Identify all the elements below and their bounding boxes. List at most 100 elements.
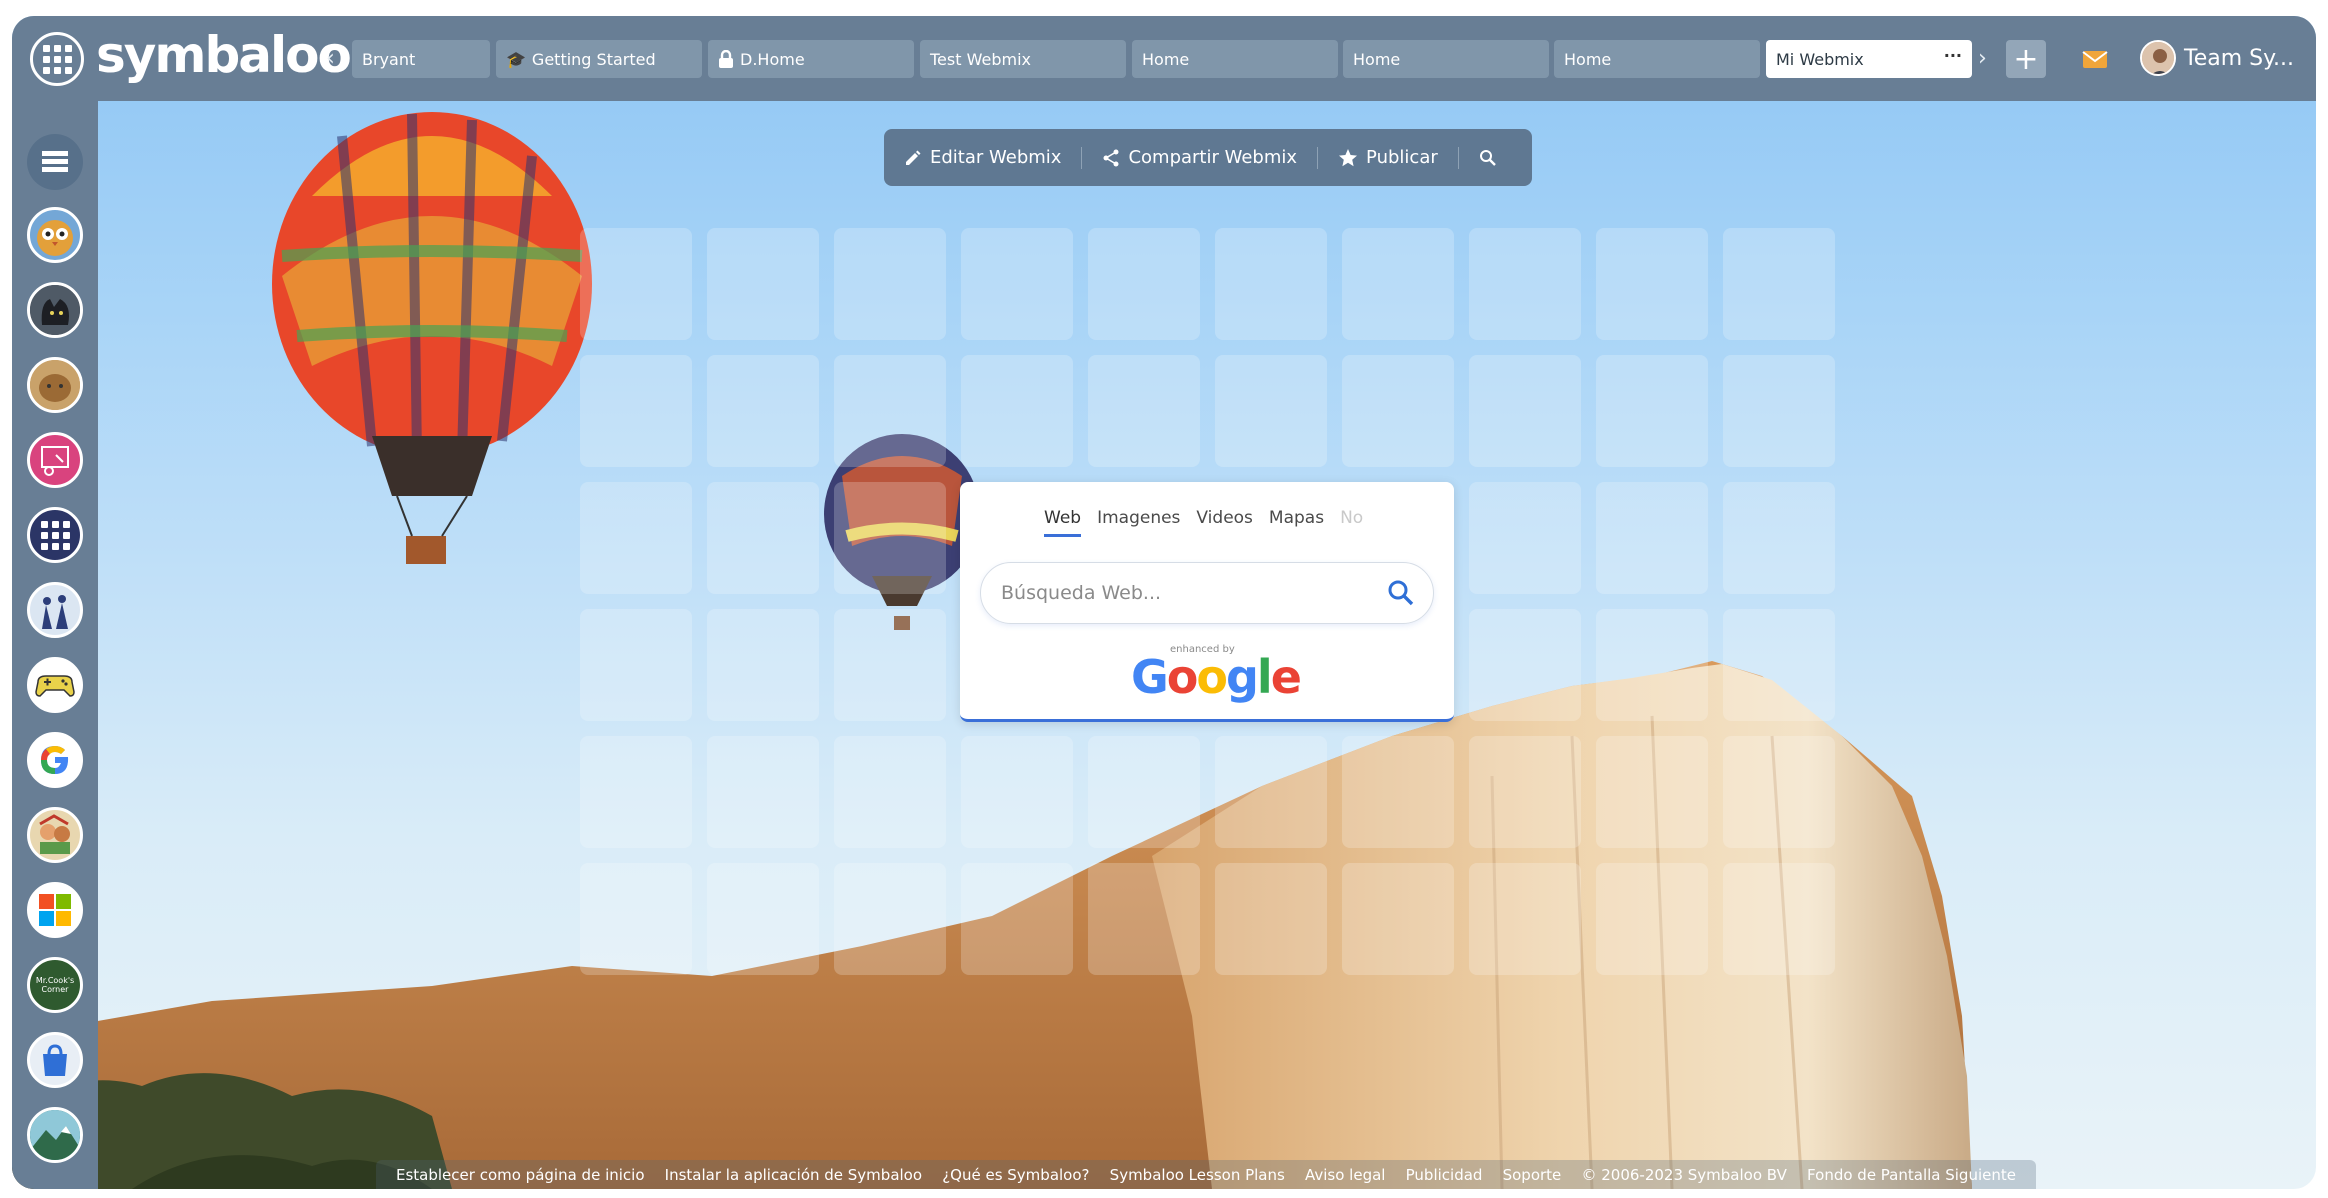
footer-link-support[interactable]: Soporte — [1503, 1166, 1562, 1184]
footer-link-set-homepage[interactable]: Establecer como página de inicio — [396, 1166, 645, 1184]
empty-tile[interactable] — [1723, 863, 1835, 975]
empty-tile[interactable] — [1469, 228, 1581, 340]
empty-tile[interactable] — [834, 355, 946, 467]
empty-tile[interactable] — [1342, 355, 1454, 467]
tab-home-2[interactable]: Home — [1343, 40, 1549, 78]
add-webmix-button[interactable]: + — [2006, 40, 2046, 78]
empty-tile[interactable] — [1342, 736, 1454, 848]
user-name[interactable]: Team Sy... — [2184, 46, 2294, 71]
empty-tile[interactable] — [707, 736, 819, 848]
empty-tile[interactable] — [834, 863, 946, 975]
search-tab-web[interactable]: Web — [1044, 508, 1082, 537]
empty-tile[interactable] — [1088, 228, 1200, 340]
empty-tile[interactable] — [580, 228, 692, 340]
sidebar-item-shopping[interactable] — [27, 1032, 83, 1088]
publish-button[interactable]: Publicar — [1338, 147, 1438, 168]
tab-home-3[interactable]: Home — [1554, 40, 1760, 78]
empty-tile[interactable] — [1723, 228, 1835, 340]
tabs-scroll-right-icon[interactable]: › — [1978, 46, 1987, 71]
empty-tile[interactable] — [961, 355, 1073, 467]
empty-tile[interactable] — [1342, 863, 1454, 975]
search-tab-maps[interactable]: Mapas — [1269, 508, 1324, 537]
empty-tile[interactable] — [580, 609, 692, 721]
webmix-list-button[interactable] — [27, 134, 83, 190]
empty-tile[interactable] — [580, 355, 692, 467]
footer-link-advertising[interactable]: Publicidad — [1406, 1166, 1483, 1184]
empty-tile[interactable] — [961, 736, 1073, 848]
sidebar-item-kids[interactable] — [27, 807, 83, 863]
empty-tile[interactable] — [1596, 609, 1708, 721]
footer-link-install-app[interactable]: Instalar la aplicación de Symbaloo — [665, 1166, 922, 1184]
search-tab-videos[interactable]: Videos — [1196, 508, 1253, 537]
tabs-scroll-left-icon[interactable]: ‹ — [326, 46, 335, 71]
footer-link-next-wallpaper[interactable]: Fondo de Pantalla Siguiente — [1807, 1166, 2016, 1184]
empty-tile[interactable] — [1215, 863, 1327, 975]
empty-tile[interactable] — [1596, 863, 1708, 975]
tab-mi-webmix[interactable]: Mi Webmix ··· — [1766, 40, 1972, 78]
tab-menu-icon[interactable]: ··· — [1944, 46, 1962, 65]
empty-tile[interactable] — [1088, 863, 1200, 975]
empty-tile[interactable] — [580, 863, 692, 975]
empty-tile[interactable] — [1342, 228, 1454, 340]
tab-bryant[interactable]: Bryant — [352, 40, 490, 78]
footer-link-lesson-plans[interactable]: Symbaloo Lesson Plans — [1110, 1166, 1285, 1184]
sidebar-item-microsoft[interactable] — [27, 882, 83, 938]
empty-tile[interactable] — [834, 228, 946, 340]
empty-tile[interactable] — [1088, 355, 1200, 467]
share-webmix-button[interactable]: Compartir Webmix — [1102, 147, 1297, 168]
empty-tile[interactable] — [1596, 482, 1708, 594]
empty-tile[interactable] — [1723, 482, 1835, 594]
empty-tile[interactable] — [1215, 736, 1327, 848]
sidebar-item-mr-cooks[interactable]: Mr.Cook's Corner — [27, 957, 83, 1013]
empty-tile[interactable] — [1596, 736, 1708, 848]
sidebar-item-google[interactable] — [27, 732, 83, 788]
empty-tile[interactable] — [1723, 736, 1835, 848]
empty-tile[interactable] — [834, 482, 946, 594]
mail-icon[interactable] — [2080, 44, 2110, 74]
sidebar-item-mountain[interactable] — [27, 1107, 83, 1163]
tab-d-home[interactable]: D.Home — [708, 40, 914, 78]
empty-tile[interactable] — [1215, 228, 1327, 340]
empty-tile[interactable] — [580, 482, 692, 594]
symbaloo-logo[interactable]: symbaloo — [96, 26, 352, 84]
empty-tile[interactable] — [1215, 355, 1327, 467]
footer-link-what-is[interactable]: ¿Qué es Symbaloo? — [942, 1166, 1089, 1184]
sidebar-item-tabby-cat[interactable] — [27, 357, 83, 413]
sidebar-item-game[interactable] — [27, 657, 83, 713]
apps-menu-button[interactable] — [30, 32, 84, 86]
empty-tile[interactable] — [707, 482, 819, 594]
empty-tile[interactable] — [1088, 736, 1200, 848]
empty-tile[interactable] — [580, 736, 692, 848]
empty-tile[interactable] — [961, 863, 1073, 975]
empty-tile[interactable] — [1596, 228, 1708, 340]
empty-tile[interactable] — [1469, 736, 1581, 848]
empty-tile[interactable] — [707, 355, 819, 467]
empty-tile[interactable] — [707, 863, 819, 975]
empty-tile[interactable] — [1469, 482, 1581, 594]
edit-webmix-button[interactable]: Editar Webmix — [904, 147, 1061, 168]
empty-tile[interactable] — [1723, 609, 1835, 721]
sidebar-item-graduation[interactable] — [27, 582, 83, 638]
empty-tile[interactable] — [961, 228, 1073, 340]
toolbar-search-button[interactable] — [1479, 149, 1505, 167]
tab-home-1[interactable]: Home — [1132, 40, 1338, 78]
footer-link-legal[interactable]: Aviso legal — [1305, 1166, 1385, 1184]
empty-tile[interactable] — [707, 609, 819, 721]
sidebar-item-black-cat[interactable] — [27, 282, 83, 338]
empty-tile[interactable] — [1596, 355, 1708, 467]
tab-getting-started[interactable]: 🎓 Getting Started — [496, 40, 702, 78]
sidebar-item-owl[interactable] — [27, 207, 83, 263]
sidebar-item-classroom[interactable] — [27, 432, 83, 488]
empty-tile[interactable] — [1469, 609, 1581, 721]
empty-tile[interactable] — [1723, 355, 1835, 467]
tab-test-webmix[interactable]: Test Webmix — [920, 40, 1126, 78]
empty-tile[interactable] — [1469, 355, 1581, 467]
search-input[interactable] — [1001, 582, 1361, 604]
search-icon[interactable] — [1387, 579, 1415, 607]
empty-tile[interactable] — [707, 228, 819, 340]
search-tab-images[interactable]: Imagenes — [1097, 508, 1180, 537]
empty-tile[interactable] — [834, 736, 946, 848]
empty-tile[interactable] — [1469, 863, 1581, 975]
search-tab-news[interactable]: No — [1340, 508, 1363, 537]
user-avatar[interactable] — [2140, 40, 2176, 76]
